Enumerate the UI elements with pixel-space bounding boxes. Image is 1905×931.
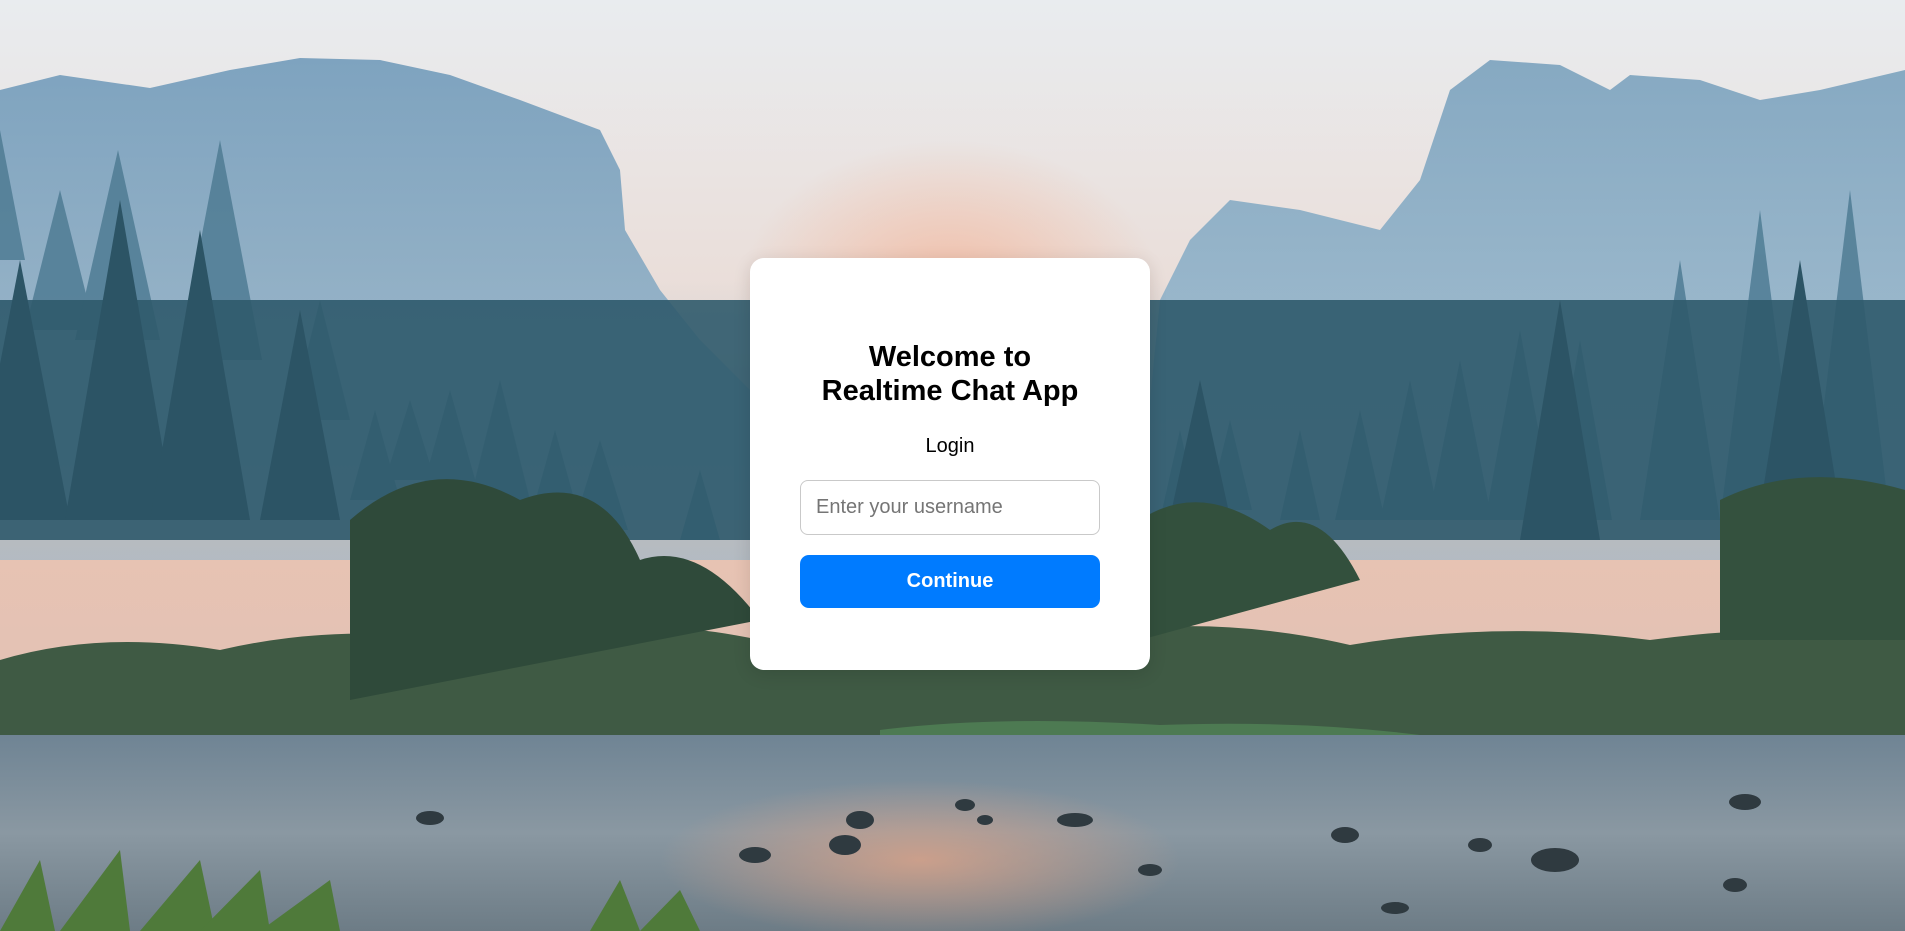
username-input[interactable]	[800, 480, 1100, 535]
title-line-1: Welcome to	[868, 341, 1032, 373]
title-line-2: Realtime Chat App	[821, 375, 1079, 407]
continue-button[interactable]: Continue	[800, 555, 1100, 608]
login-card: Welcome to Realtime Chat App Login Conti…	[750, 258, 1150, 670]
login-subtitle: Login	[925, 435, 975, 457]
page-title: Welcome to Realtime Chat App	[750, 340, 1150, 408]
